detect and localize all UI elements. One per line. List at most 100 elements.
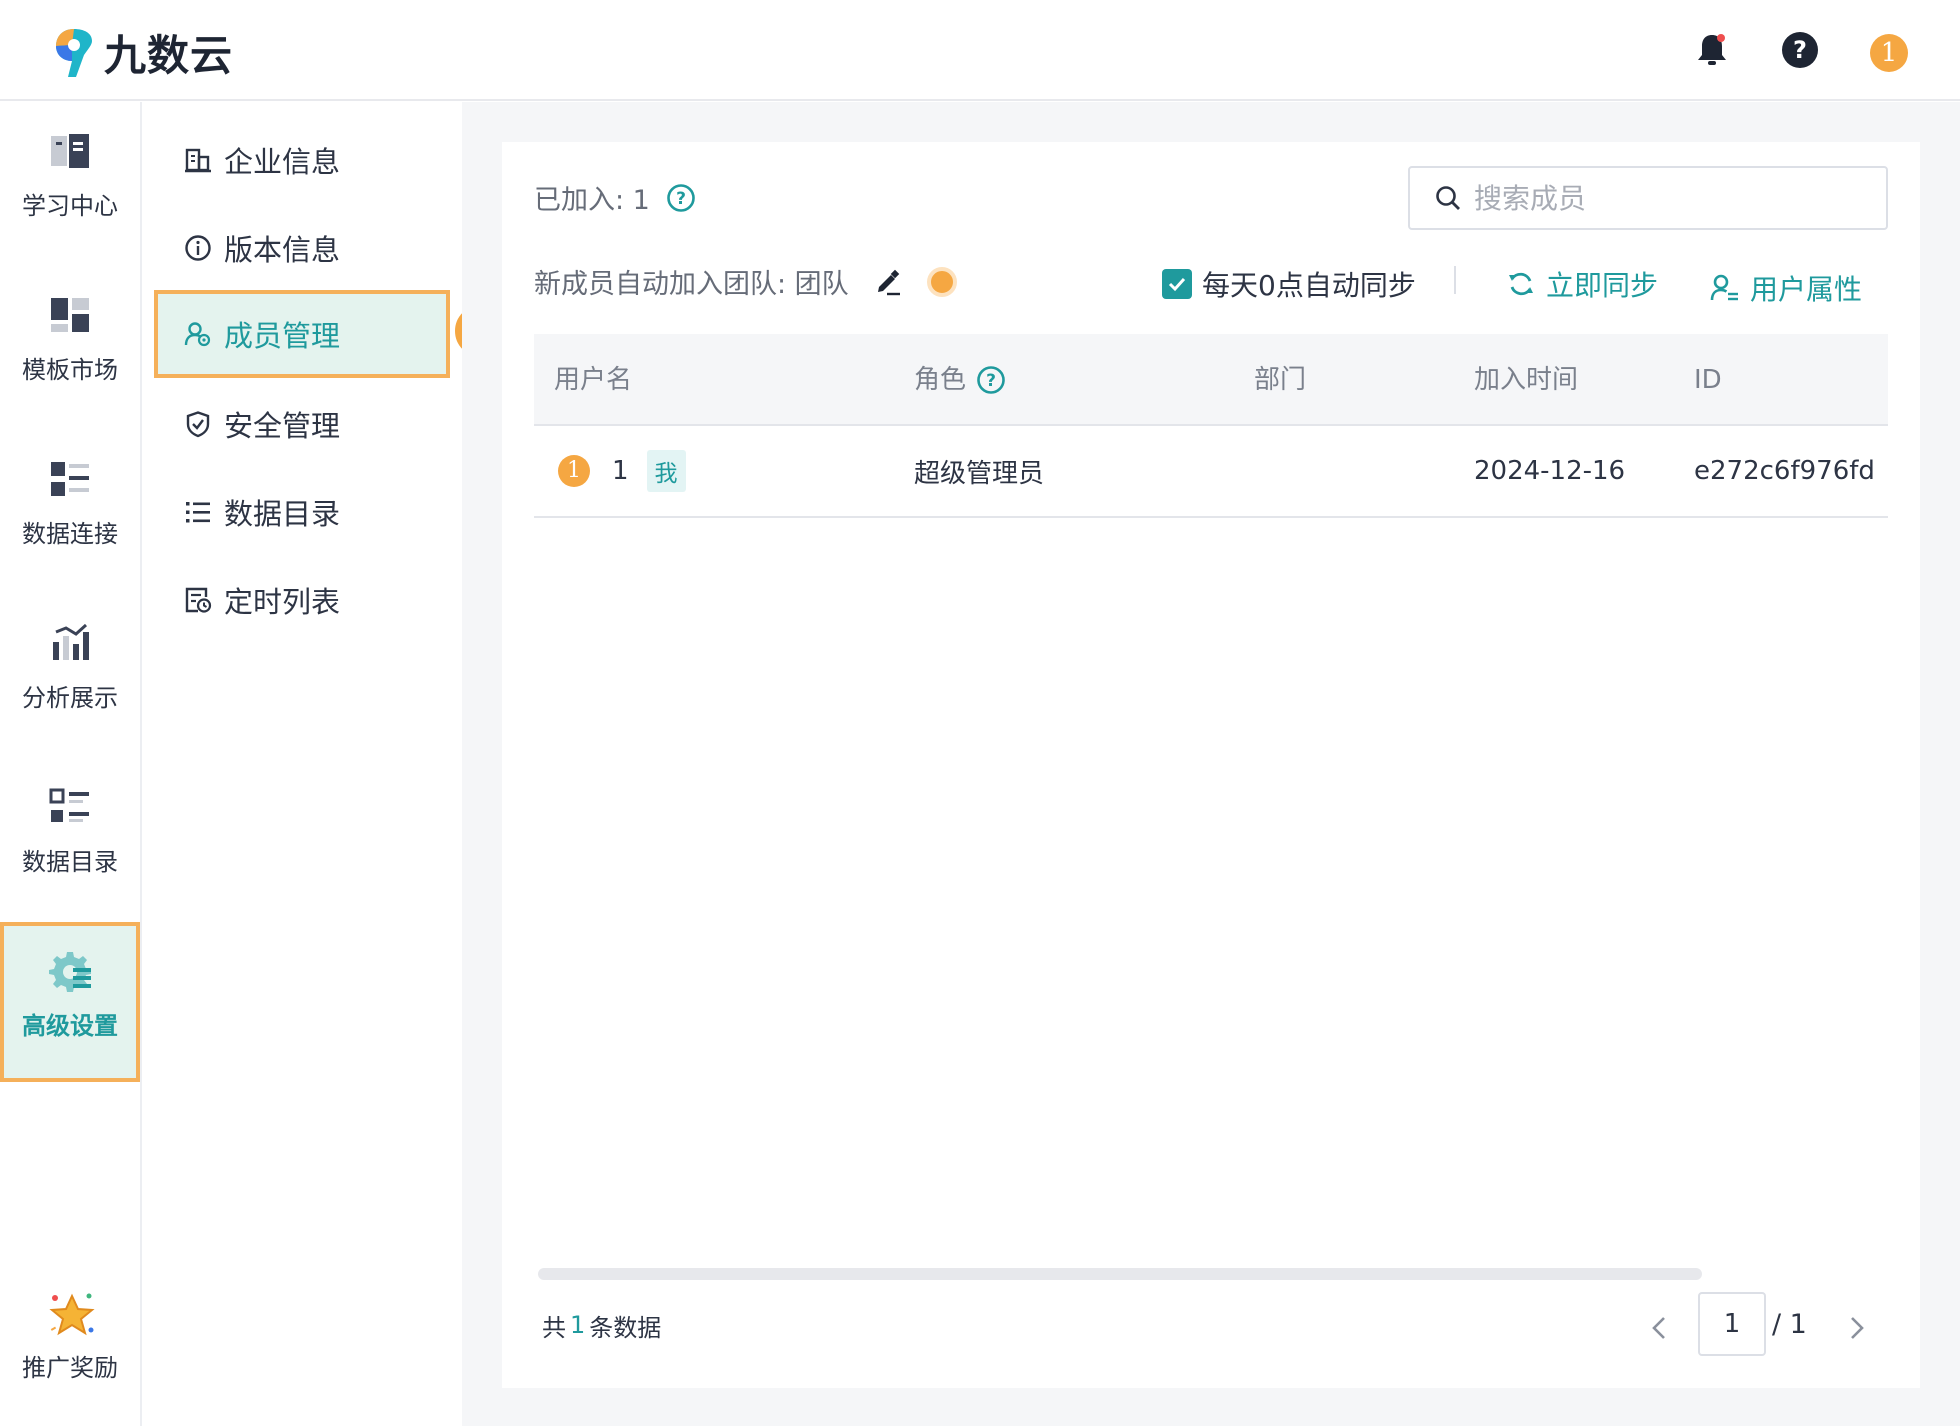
rail-item-label: 推广奖励: [22, 1354, 118, 1382]
auto-sync-label: 每天0点自动同步: [1202, 269, 1416, 302]
shield-icon: [184, 410, 212, 438]
page-total: / 1: [1772, 1309, 1807, 1340]
rail-item-data-connection[interactable]: 数据连接: [0, 430, 140, 590]
subnav-item-label: 定时列表: [224, 585, 341, 619]
info-icon: [184, 234, 212, 262]
search-icon: [1434, 184, 1462, 212]
rail-item-referral-rewards[interactable]: 推广奖励: [0, 1264, 140, 1424]
rail-item-data-catalog[interactable]: 数据目录: [0, 758, 140, 918]
question-circle-icon[interactable]: ?: [976, 365, 1006, 395]
cell-id: e272c6f976fd: [1694, 456, 1875, 486]
prev-page-button[interactable]: [1640, 1308, 1680, 1348]
catalog-list-icon: [47, 784, 93, 830]
subnav-item-label: 成员管理: [224, 319, 341, 353]
rail-item-label: 数据目录: [22, 848, 118, 876]
user-attributes-button[interactable]: 用户属性: [1710, 268, 1862, 308]
column-header-label: 用户名: [554, 365, 633, 395]
star-reward-icon: [47, 1290, 95, 1336]
rail-item-analysis[interactable]: 分析展示: [0, 594, 140, 754]
subnav-item-label: 版本信息: [224, 233, 341, 267]
column-header-label: 角色: [914, 365, 967, 395]
joined-count: 已加入: 1 ?: [534, 178, 696, 217]
auto-join-team-setting: 新成员自动加入团队: 团队: [534, 262, 957, 301]
rail-item-label: 学习中心: [22, 192, 118, 220]
toolbar-divider: [1454, 266, 1456, 294]
book-icon: [47, 128, 93, 174]
logo-mark-icon: [56, 28, 92, 77]
column-header-role: 角色 ?: [914, 334, 1006, 426]
subnav-item-data-catalog[interactable]: 数据目录: [154, 468, 450, 556]
data-connect-icon: [47, 456, 93, 502]
checkbox-checked-icon[interactable]: [1162, 269, 1192, 299]
subnav-item-member-management[interactable]: 成员管理: [154, 290, 450, 378]
member-avatar: 1: [558, 455, 590, 487]
members-icon: [184, 320, 212, 348]
building-icon: [184, 146, 212, 174]
help-icon[interactable]: ?: [1780, 30, 1820, 70]
me-tag-badge: 我: [646, 450, 686, 492]
auto-sync-checkbox[interactable]: 每天0点自动同步: [1162, 264, 1416, 304]
total-suffix: 条数据: [589, 1313, 662, 1342]
status-dot: [926, 266, 957, 297]
user-avatar[interactable]: 1: [1870, 34, 1908, 72]
page-number-input[interactable]: [1698, 1292, 1766, 1356]
rail-item-template-market[interactable]: 模板市场: [0, 266, 140, 426]
sync-now-label: 立即同步: [1546, 269, 1659, 302]
column-header-label: 部门: [1254, 365, 1307, 395]
column-header-username: 用户名: [554, 334, 632, 426]
edit-pen-icon[interactable]: [873, 267, 903, 297]
members-table-header: 用户名 角色 ? 部门 加入时间 ID: [534, 334, 1888, 426]
member-username: 1: [612, 456, 629, 486]
list-icon: [184, 498, 212, 526]
total-prefix: 共: [542, 1313, 566, 1342]
schedule-icon: [184, 586, 212, 614]
refresh-icon: [1509, 272, 1533, 296]
table-row[interactable]: 1 1 我 超级管理员 2024-12-16 e272c6f976fd: [534, 426, 1888, 518]
sync-now-button[interactable]: 立即同步: [1506, 264, 1658, 304]
chevron-left-icon: [1652, 1317, 1665, 1339]
rail-item-advanced-settings[interactable]: 高级设置: [0, 922, 140, 1082]
total-number: 1: [570, 1311, 586, 1339]
rail-item-label: 数据连接: [22, 520, 118, 548]
subnav-item-security[interactable]: 安全管理: [154, 380, 450, 468]
column-header-join-time: 加入时间: [1474, 334, 1578, 426]
svg-text:?: ?: [986, 371, 996, 391]
user-attribute-icon: [1710, 274, 1738, 301]
question-circle-icon[interactable]: ?: [666, 183, 696, 213]
user-attributes-label: 用户属性: [1750, 273, 1863, 306]
svg-text:?: ?: [676, 189, 686, 209]
joined-count-label: 已加入: 1: [534, 185, 650, 216]
column-header-id: ID: [1694, 334, 1722, 426]
cell-username: 1 1 我: [558, 426, 686, 516]
cell-join-time: 2024-12-16: [1474, 456, 1626, 486]
member-search-box[interactable]: [1408, 166, 1888, 230]
subnav-item-label: 企业信息: [224, 145, 341, 179]
column-header-department: 部门: [1254, 334, 1306, 426]
chart-icon: [47, 620, 93, 666]
rail-item-learning-center[interactable]: 学习中心: [0, 102, 140, 262]
subnav-item-version-info[interactable]: 版本信息: [154, 204, 450, 292]
member-search-input[interactable]: [1474, 181, 1874, 215]
cell-role: 超级管理员: [914, 458, 1045, 489]
rail-item-label: 分析展示: [22, 684, 118, 712]
auto-join-team-label: 新成员自动加入团队: 团队: [534, 269, 849, 300]
rail-item-label: 高级设置: [22, 1012, 118, 1040]
subnav-item-label: 安全管理: [224, 409, 341, 443]
column-header-label: ID: [1694, 365, 1722, 395]
total-count: 共 1 条数据: [542, 1308, 661, 1342]
horizontal-scrollbar[interactable]: [538, 1268, 1702, 1280]
subnav-item-schedule-list[interactable]: 定时列表: [154, 556, 450, 644]
rail-item-label: 模板市场: [22, 356, 118, 384]
top-header: 九数云 ? 1: [0, 0, 1960, 101]
brand-name: 九数云: [104, 31, 234, 80]
chevron-right-icon: [1851, 1317, 1864, 1339]
template-grid-icon: [47, 292, 93, 338]
subnav-item-company-info[interactable]: 企业信息: [154, 116, 450, 204]
subnav-item-label: 数据目录: [224, 497, 341, 531]
brand-logo[interactable]: 九数云: [52, 22, 233, 83]
primary-nav-rail: 学习中心 模板市场 数据连接 分析展示 数据目录 高级设置 推广奖励: [0, 102, 142, 1426]
column-header-label: 加入时间: [1474, 365, 1579, 395]
svg-text:?: ?: [1793, 36, 1807, 64]
next-page-button[interactable]: [1836, 1308, 1876, 1348]
notification-bell-icon[interactable]: [1692, 30, 1732, 70]
